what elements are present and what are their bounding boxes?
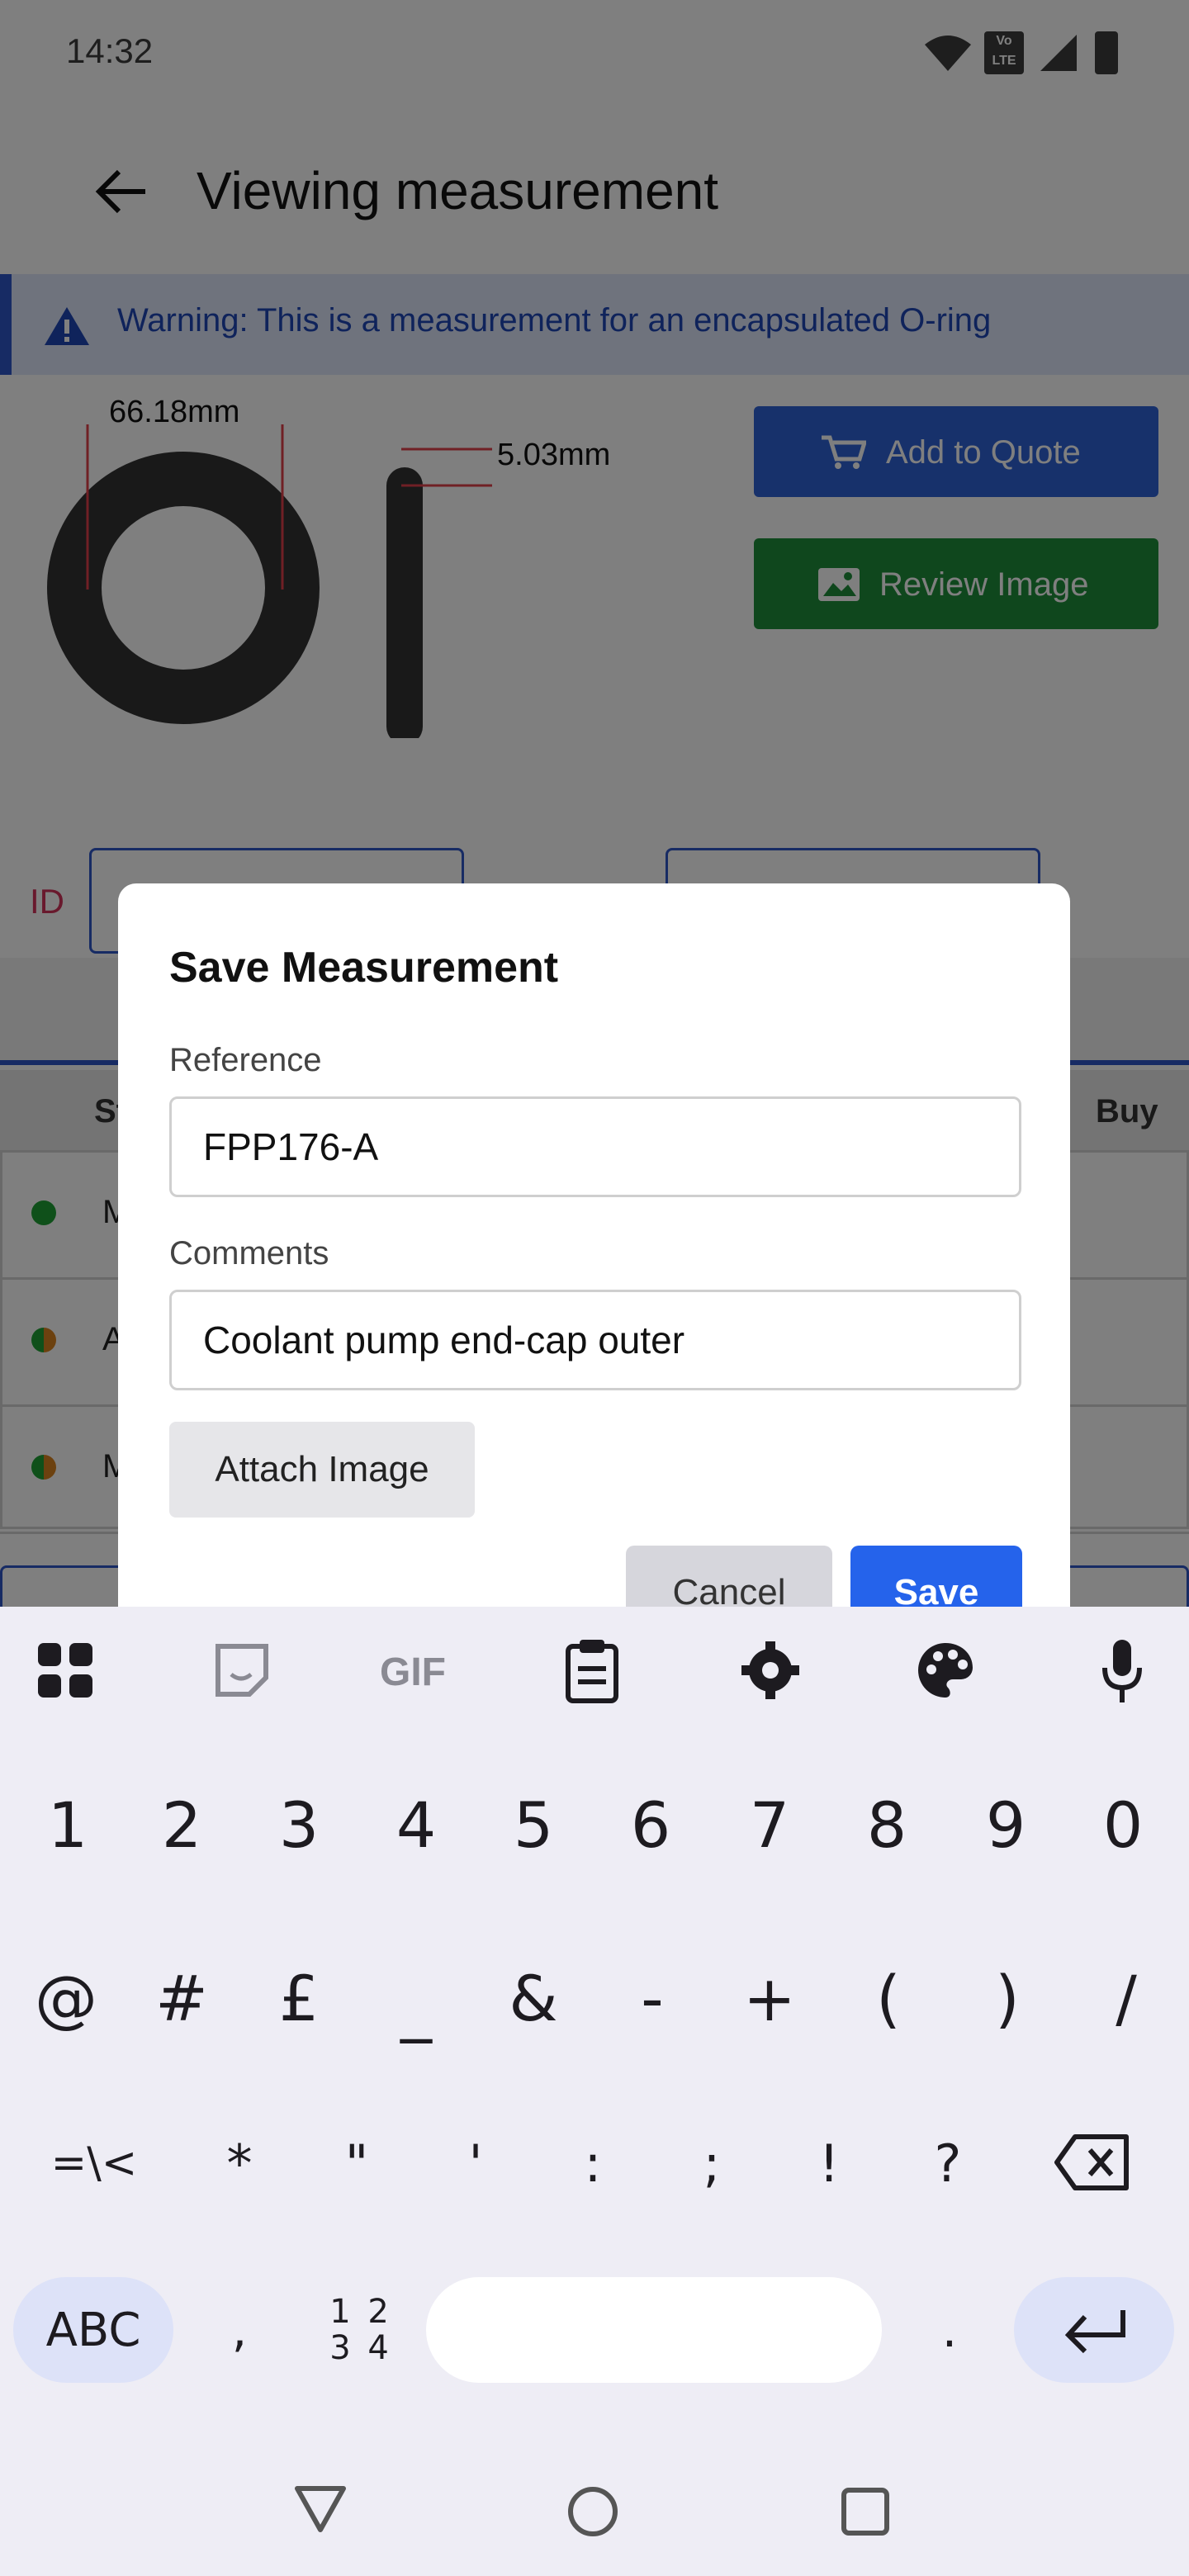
key-minus[interactable]: - — [594, 1949, 710, 2048]
key-question[interactable]: ? — [890, 2114, 1006, 2213]
space-key[interactable] — [426, 2277, 882, 2383]
key-8[interactable]: 8 — [829, 1775, 945, 1874]
key-7[interactable]: 7 — [712, 1775, 827, 1874]
key-colon[interactable]: : — [535, 2114, 651, 2213]
key-3[interactable]: 3 — [241, 1775, 357, 1874]
comments-value: Coolant pump end-cap outer — [203, 1319, 685, 1361]
key-pound[interactable]: £ — [241, 1949, 357, 2048]
numpad-key[interactable]: 1 2 3 4 — [306, 2277, 413, 2383]
key-plus[interactable]: + — [712, 1949, 827, 2048]
system-nav-bar — [0, 2444, 1189, 2576]
key-at[interactable]: @ — [8, 1949, 124, 2048]
key-underscore[interactable]: _ — [358, 1957, 474, 2056]
cancel-button[interactable]: Cancel — [626, 1546, 832, 1607]
attach-image-button[interactable]: Attach Image — [169, 1422, 475, 1518]
key-semicolon[interactable]: ; — [654, 2114, 770, 2213]
reference-input[interactable]: FPP176-A — [169, 1096, 1021, 1197]
nav-recents-icon[interactable] — [841, 2487, 890, 2536]
comments-input[interactable]: Coolant pump end-cap outer — [169, 1290, 1021, 1390]
on-screen-keyboard: GIF 1 2 3 4 5 6 7 8 9 0 @ # £ _ & - + ( … — [0, 1607, 1189, 2576]
keyboard-toolbar: GIF — [0, 1607, 1189, 1739]
key-4[interactable]: 4 — [358, 1775, 474, 1874]
comments-label: Comments — [169, 1235, 329, 1271]
key-ampersand[interactable]: & — [476, 1949, 591, 2048]
key-single-quote[interactable]: ' — [418, 2114, 533, 2213]
backspace-icon[interactable] — [1054, 2133, 1131, 2191]
key-1[interactable]: 1 — [10, 1775, 126, 1874]
save-measurement-dialog: Save Measurement Reference FPP176-A Comm… — [118, 883, 1070, 1607]
key-slash[interactable]: / — [1068, 1949, 1184, 2048]
key-asterisk[interactable]: * — [182, 2114, 297, 2213]
sticker-icon[interactable] — [213, 1641, 271, 1699]
enter-arrow-icon — [1064, 2310, 1125, 2353]
abc-key[interactable]: ABC — [13, 2277, 173, 2383]
palette-icon[interactable] — [915, 1640, 976, 1701]
apps-icon[interactable] — [36, 1641, 94, 1699]
settings-icon[interactable] — [740, 1640, 801, 1701]
reference-label: Reference — [169, 1042, 322, 1078]
key-5[interactable]: 5 — [476, 1775, 591, 1874]
clipboard-icon[interactable] — [563, 1638, 621, 1704]
key-6[interactable]: 6 — [593, 1775, 708, 1874]
enter-key[interactable] — [1014, 2277, 1174, 2383]
gif-icon[interactable]: GIF — [380, 1650, 446, 1695]
key-exclamation[interactable]: ! — [771, 2114, 887, 2213]
dialog-title: Save Measurement — [169, 944, 559, 992]
key-comma[interactable]: , — [190, 2277, 289, 2383]
key-open-paren[interactable]: ( — [831, 1949, 946, 2048]
key-0[interactable]: 0 — [1065, 1775, 1181, 1874]
nav-home-icon[interactable] — [566, 2485, 619, 2538]
key-9[interactable]: 9 — [948, 1775, 1063, 1874]
key-2[interactable]: 2 — [124, 1775, 239, 1874]
save-button[interactable]: Save — [850, 1546, 1022, 1607]
reference-value: FPP176-A — [203, 1125, 379, 1168]
key-hash[interactable]: # — [124, 1949, 239, 2048]
nav-back-icon[interactable] — [294, 2484, 347, 2533]
app-screen: 14:32 Vo LTE Viewing measurement Warning… — [0, 0, 1189, 1607]
key-period[interactable]: . — [900, 2277, 999, 2383]
microphone-icon[interactable] — [1101, 1638, 1143, 1704]
key-close-paren[interactable]: ) — [950, 1949, 1065, 2048]
key-more-symbols[interactable]: =\< — [36, 2114, 152, 2213]
key-double-quote[interactable]: " — [299, 2114, 414, 2213]
